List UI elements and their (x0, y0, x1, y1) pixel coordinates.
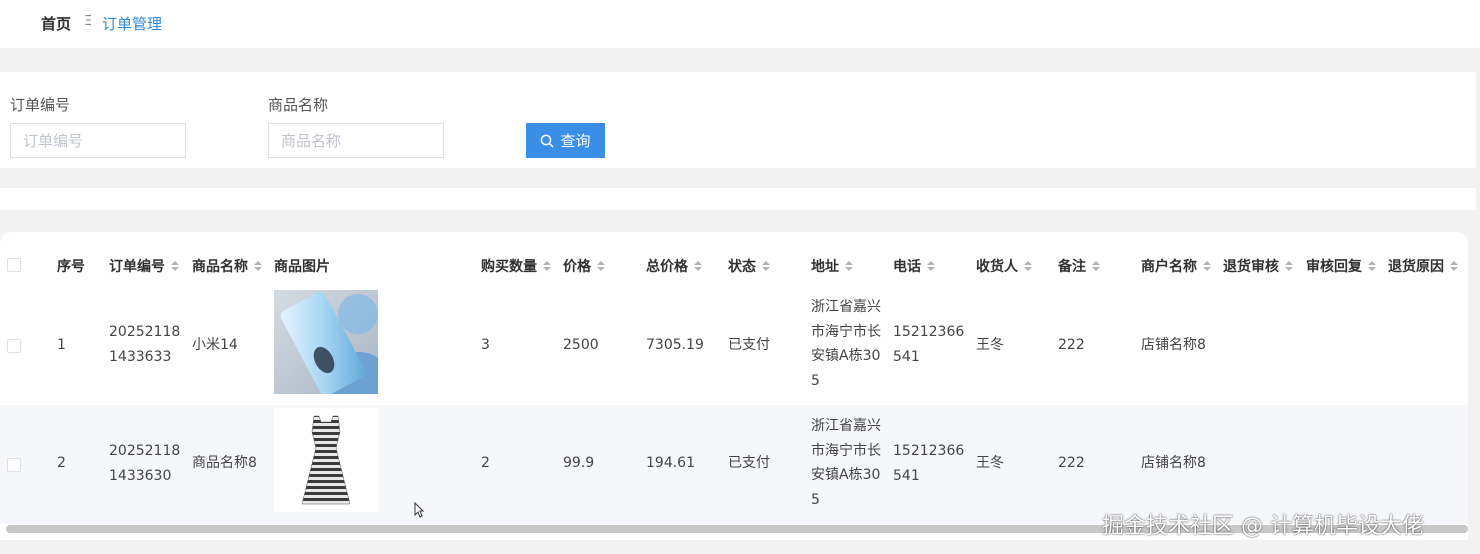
sort-caret-icon[interactable] (254, 261, 262, 271)
table-row[interactable]: 2 202521181433630 商品名称8 2 99.9 194.61 已支… (0, 405, 1468, 524)
cell-price: 99.9 (563, 455, 595, 471)
sort-caret-icon[interactable] (1092, 261, 1100, 271)
product-image-phone[interactable] (274, 290, 378, 394)
cell-merchant: 店铺名称8 (1141, 337, 1206, 353)
sort-caret-icon[interactable] (927, 261, 935, 271)
cell-order-no: 202521181433633 (109, 324, 181, 365)
sort-caret-icon[interactable] (1203, 261, 1211, 271)
cell-quantity: 2 (481, 455, 490, 471)
column-header-address[interactable]: 地址 (811, 256, 853, 276)
orders-table: 序号 订单编号 商品名称 商品图片 购买数量 价格 总价格 状态 地址 电话 收… (0, 232, 1468, 540)
toolbar-strip (0, 188, 1476, 210)
column-header-status[interactable]: 状态 (728, 256, 770, 276)
search-icon (541, 134, 554, 147)
sort-caret-icon[interactable] (694, 261, 702, 271)
cell-total: 7305.19 (646, 337, 704, 353)
column-header-product-image: 商品图片 (274, 259, 330, 275)
column-header-phone[interactable]: 电话 (893, 256, 935, 276)
cell-merchant: 店铺名称8 (1141, 455, 1206, 471)
cell-quantity: 3 (481, 337, 490, 353)
cell-phone: 15212366541 (893, 443, 965, 484)
query-button-label: 查询 (560, 133, 591, 150)
search-panel: 订单编号 商品名称 查询 (0, 72, 1476, 168)
breadcrumb-current[interactable]: 订单管理 (102, 13, 162, 34)
cell-remark: 222 (1058, 455, 1085, 471)
cell-index: 1 (57, 337, 66, 353)
cell-product-name: 小米14 (192, 337, 238, 353)
sort-caret-icon[interactable] (543, 261, 551, 271)
cell-address: 浙江省嘉兴市海宁市长安镇A栋305 (811, 418, 881, 508)
sort-caret-icon[interactable] (1450, 261, 1458, 271)
sort-caret-icon[interactable] (1024, 261, 1032, 271)
table-row[interactable]: 1 202521181433633 小米14 3 2500 7305.19 已支… (0, 287, 1468, 406)
row-checkbox[interactable] (7, 339, 21, 353)
sort-caret-icon[interactable] (597, 261, 605, 271)
mouse-cursor-icon (414, 502, 424, 518)
product-name-input[interactable] (268, 123, 444, 158)
order-no-label: 订单编号 (10, 96, 71, 114)
breadcrumb-home[interactable]: 首页 (41, 13, 71, 34)
column-header-return-review[interactable]: 退货审核 (1223, 256, 1293, 276)
breadcrumb-separator: Ξ (84, 14, 93, 29)
sort-caret-icon[interactable] (845, 261, 853, 271)
cell-remark: 222 (1058, 337, 1085, 353)
select-all-checkbox[interactable] (7, 258, 21, 272)
product-image-dress[interactable] (274, 408, 378, 512)
query-button[interactable]: 查询 (526, 123, 605, 158)
column-header-receiver[interactable]: 收货人 (976, 256, 1032, 276)
cell-index: 2 (57, 455, 66, 471)
cell-product-name: 商品名称8 (192, 455, 257, 471)
column-header-order-no[interactable]: 订单编号 (109, 256, 179, 276)
sort-caret-icon[interactable] (171, 261, 179, 271)
row-checkbox[interactable] (7, 458, 21, 472)
column-header-return-reason[interactable]: 退货原因 (1388, 256, 1458, 276)
cell-status: 已支付 (728, 337, 770, 353)
cell-total: 194.61 (646, 455, 695, 471)
sort-caret-icon[interactable] (762, 261, 770, 271)
column-header-price[interactable]: 价格 (563, 256, 605, 276)
column-header-merchant[interactable]: 商户名称 (1141, 256, 1211, 276)
cell-order-no: 202521181433630 (109, 443, 181, 484)
column-header-quantity[interactable]: 购买数量 (481, 256, 551, 276)
watermark: 掘金技术社区 @ 计算机毕设大佬 (1102, 514, 1424, 539)
order-no-input[interactable] (10, 123, 186, 158)
column-header-review-reply[interactable]: 审核回复 (1306, 256, 1376, 276)
column-header-index: 序号 (57, 259, 85, 275)
cell-receiver: 王冬 (976, 337, 1004, 353)
cell-address: 浙江省嘉兴市海宁市长安镇A栋305 (811, 299, 881, 389)
cell-receiver: 王冬 (976, 455, 1004, 471)
cell-price: 2500 (563, 337, 599, 353)
product-name-label: 商品名称 (268, 96, 329, 114)
sort-caret-icon[interactable] (1285, 261, 1293, 271)
sort-caret-icon[interactable] (1368, 261, 1376, 271)
cell-status: 已支付 (728, 455, 770, 471)
column-header-product-name[interactable]: 商品名称 (192, 256, 262, 276)
column-header-total[interactable]: 总价格 (646, 256, 702, 276)
cell-phone: 15212366541 (893, 324, 965, 365)
column-header-remark[interactable]: 备注 (1058, 256, 1100, 276)
top-bar: 首页 Ξ 订单管理 (0, 0, 1480, 48)
